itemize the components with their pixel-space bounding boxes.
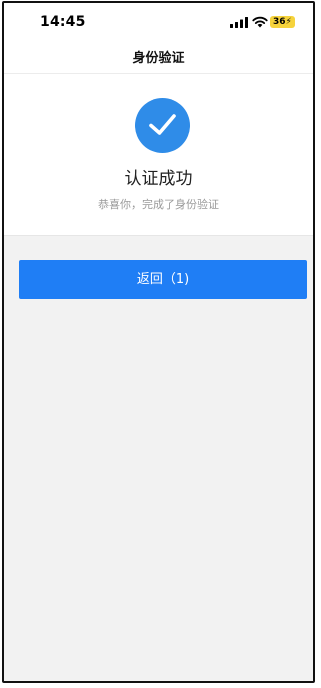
result-panel: 认证成功 恭喜你，完成了身份验证	[4, 74, 313, 236]
status-bar: 14:45 36⚡	[4, 3, 313, 43]
battery-level: 36	[273, 17, 286, 27]
check-circle-icon	[135, 98, 190, 153]
signal-icon	[230, 17, 248, 28]
charging-icon: ⚡	[285, 17, 292, 27]
nav-bar: 身份验证	[4, 43, 313, 74]
back-button[interactable]: 返回（1)	[19, 260, 307, 299]
result-subtitle: 恭喜你，完成了身份验证	[98, 198, 219, 211]
page-title: 身份验证	[132, 51, 185, 66]
checkmark-icon	[149, 114, 176, 135]
result-title: 认证成功	[124, 169, 193, 189]
status-time: 14:45	[40, 14, 86, 30]
phone-frame: 14:45 36⚡ 身份验证 认证成功 恭喜你，完成了身份验证 返回（1)	[2, 1, 315, 683]
wifi-icon	[252, 16, 268, 28]
battery-badge: 36⚡	[270, 16, 295, 28]
